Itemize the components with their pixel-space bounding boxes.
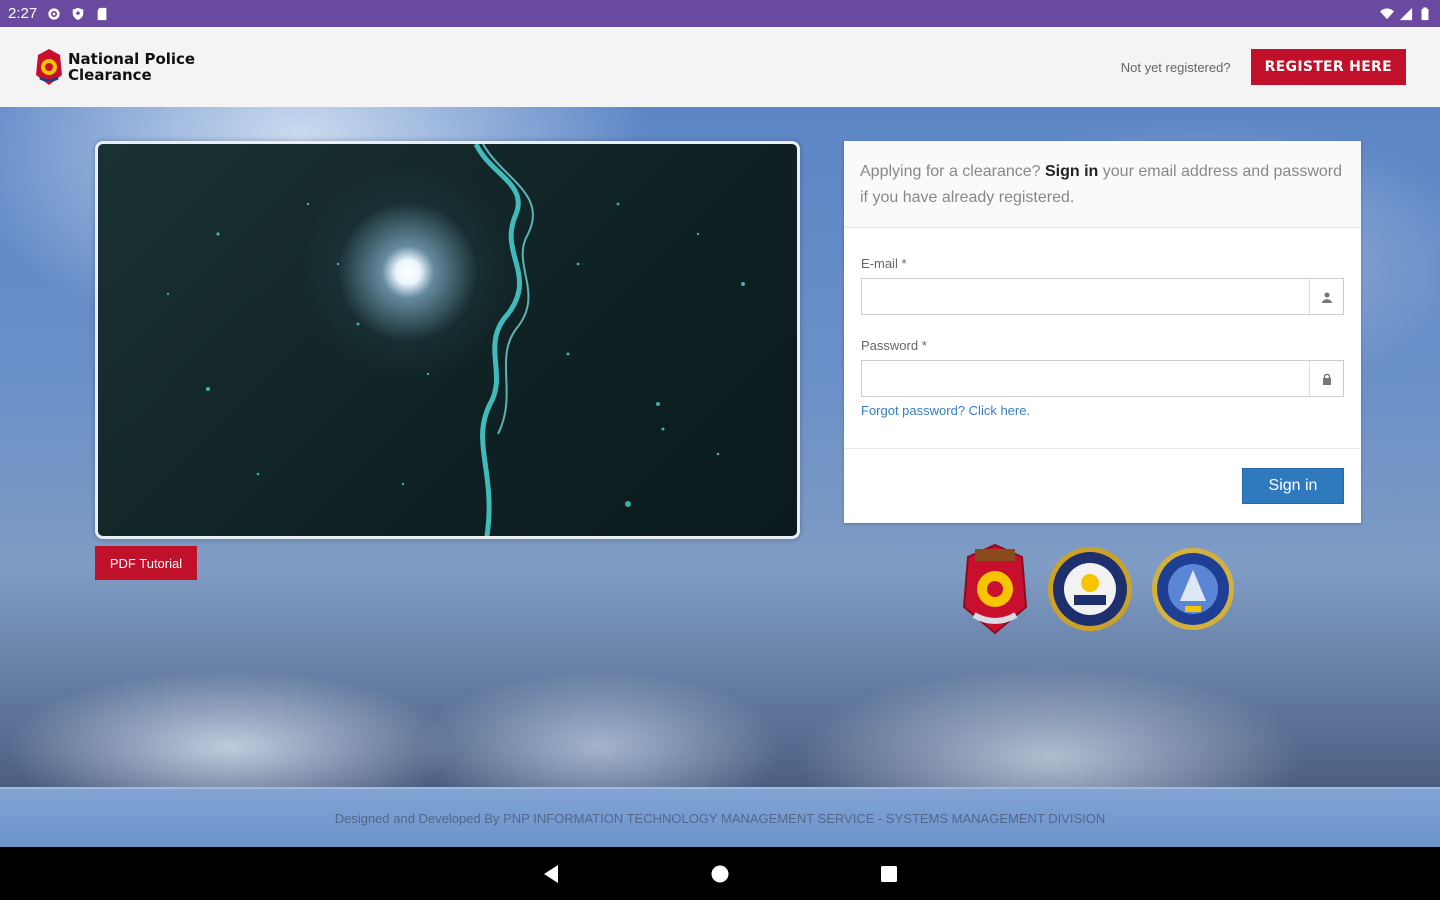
recents-icon[interactable]	[880, 865, 898, 883]
site-footer: Designed and Developed By PNP INFORMATIO…	[0, 787, 1440, 847]
napolcom-seal-icon	[1152, 548, 1234, 630]
sign-in-button[interactable]: Sign in	[1242, 467, 1344, 504]
register-here-button[interactable]: REGISTER HERE	[1250, 49, 1406, 85]
footer-credits: Designed and Developed By PNP INFORMATIO…	[334, 810, 1106, 826]
main-content: PDF Tutorial Applying for a clearance? S…	[0, 107, 1440, 787]
not-registered-text: Not yet registered?	[1120, 59, 1231, 75]
agency-seals	[960, 543, 1236, 635]
wifi-icon	[1380, 7, 1394, 19]
intro-video[interactable]	[95, 141, 800, 539]
signal-icon	[1399, 7, 1413, 20]
brand-line-2: Clearance	[68, 66, 152, 84]
login-actions: Sign in	[844, 449, 1361, 522]
brand-logo-link[interactable]: National Police Clearance	[34, 47, 195, 87]
shield-icon	[72, 7, 84, 20]
status-time: 2:27	[8, 5, 38, 22]
password-label: Password *	[861, 338, 927, 353]
home-icon[interactable]	[710, 864, 730, 884]
status-bar: 2:27	[0, 0, 1440, 27]
sd-card-icon	[97, 7, 107, 20]
login-card: Applying for a clearance? Sign in your e…	[844, 141, 1361, 523]
forgot-password-link[interactable]: Forgot password? Click here.	[861, 403, 1344, 418]
battery-icon	[1421, 6, 1429, 20]
email-label: E-mail *	[861, 256, 907, 271]
lock-icon	[1309, 361, 1343, 396]
email-input[interactable]	[862, 279, 1309, 314]
pdf-tutorial-button[interactable]: PDF Tutorial	[95, 546, 197, 580]
login-intro: Applying for a clearance? Sign in your e…	[844, 141, 1361, 228]
login-form: E-mail * Password * Forgot password? Cli…	[844, 228, 1361, 449]
intro-text-bold: Sign in	[1045, 163, 1099, 180]
navigation-bar	[0, 847, 1440, 900]
intro-text-start: Applying for a clearance?	[860, 163, 1045, 180]
video-frame-art	[166, 144, 745, 536]
dilg-seal-icon	[1048, 547, 1132, 631]
settings-icon	[48, 7, 60, 20]
password-input[interactable]	[862, 361, 1309, 396]
password-input-group	[861, 360, 1344, 397]
user-icon	[1309, 279, 1343, 314]
brand-name: National Police Clearance	[68, 51, 195, 83]
pnp-seal-icon	[962, 543, 1028, 635]
site-header: National Police Clearance Not yet regist…	[0, 27, 1440, 107]
brand-line-1: National Police	[68, 50, 196, 68]
back-icon[interactable]	[542, 864, 560, 884]
pnp-logo-icon	[36, 49, 62, 85]
email-input-group	[861, 278, 1344, 315]
